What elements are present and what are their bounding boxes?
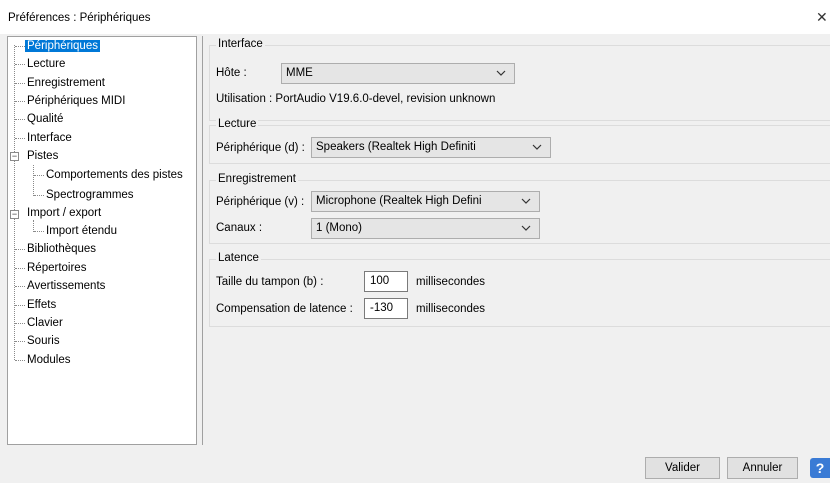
tree-connector xyxy=(15,341,25,342)
playback-device-value: Speakers (Realtek High Definiti xyxy=(316,141,476,153)
window-title: Préférences : Périphériques xyxy=(8,12,151,24)
title-bar: Préférences : Périphériques ✕ xyxy=(0,0,830,34)
tree-connector xyxy=(15,119,25,120)
playback-group-title: Lecture xyxy=(216,118,259,130)
help-icon[interactable]: ? xyxy=(810,458,830,478)
tree-item-clavier[interactable]: Clavier xyxy=(25,315,65,332)
tree-item-import-export[interactable]: Import / export xyxy=(25,205,103,222)
svg-text:?: ? xyxy=(816,460,825,476)
tree-item-label: Avertissements xyxy=(27,280,106,292)
tree-item-comportements[interactable]: Comportements des pistes xyxy=(44,167,185,184)
tree-connector xyxy=(33,165,34,196)
latency-group xyxy=(209,259,830,327)
chevron-down-icon xyxy=(521,225,531,231)
host-select-value: MME xyxy=(286,67,313,79)
tree-connector xyxy=(14,45,15,360)
tree-connector xyxy=(15,286,25,287)
tree-connector xyxy=(15,323,25,324)
recording-group-title: Enregistrement xyxy=(216,173,298,185)
tree-connector xyxy=(15,360,25,361)
tree-connector xyxy=(15,64,25,65)
buffer-size-unit: millisecondes xyxy=(416,276,486,288)
tree-item-label: Enregistrement xyxy=(27,77,105,89)
tree-item-interface[interactable]: Interface xyxy=(25,130,74,147)
tree-item-label: Lecture xyxy=(27,58,66,70)
tree-item-enregistrement[interactable]: Enregistrement xyxy=(25,75,107,92)
latency-compensation-unit: millisecondes xyxy=(416,303,486,315)
chevron-down-icon xyxy=(496,70,506,76)
tree-item-spectrogrammes[interactable]: Spectrogrammes xyxy=(44,187,136,204)
close-icon[interactable]: ✕ xyxy=(816,9,830,25)
tree-connector xyxy=(15,249,25,250)
tree-connector xyxy=(34,195,44,196)
tree-item-qualite[interactable]: Qualité xyxy=(25,111,65,128)
tree-item-label: Import étendu xyxy=(46,225,117,237)
buffer-size-input[interactable]: 100 xyxy=(364,271,408,292)
host-select[interactable]: MME xyxy=(281,63,515,84)
chevron-down-icon xyxy=(521,198,531,204)
channels-label: Canaux : xyxy=(216,222,263,234)
category-tree[interactable]: Périphériques Lecture Enregistrement Pér… xyxy=(7,36,197,445)
tree-item-souris[interactable]: Souris xyxy=(25,333,62,350)
channels-value: 1 (Mono) xyxy=(316,222,363,234)
chevron-down-icon xyxy=(532,144,542,150)
channels-select[interactable]: 1 (Mono) xyxy=(311,218,540,239)
tree-item-peripheriques[interactable]: Périphériques xyxy=(25,38,100,55)
tree-connector xyxy=(34,231,44,232)
tree-item-label: Répertoires xyxy=(27,262,87,274)
tree-item-label: Modules xyxy=(27,354,71,366)
tree-item-label: Comportements des pistes xyxy=(46,169,183,181)
tree-item-label: Souris xyxy=(27,335,60,347)
tree-item-label: Périphériques MIDI xyxy=(27,95,126,107)
tree-item-label: Interface xyxy=(27,132,72,144)
tree-item-label: Qualité xyxy=(27,113,64,125)
tree-item-effets[interactable]: Effets xyxy=(25,297,58,314)
playback-device-label: Périphérique (d) : xyxy=(216,142,305,154)
tree-connector xyxy=(15,138,25,139)
tree-item-pistes[interactable]: Pistes xyxy=(25,148,60,165)
tree-item-label: Clavier xyxy=(27,317,63,329)
usage-text: Utilisation : PortAudio V19.6.0-devel, r… xyxy=(216,93,496,105)
tree-item-avertissements[interactable]: Avertissements xyxy=(25,278,107,295)
buffer-size-label: Taille du tampon (b) : xyxy=(216,276,324,288)
recording-device-label: Périphérique (v) : xyxy=(216,196,305,208)
tree-connector xyxy=(15,46,25,47)
tree-item-import-etendu[interactable]: Import étendu xyxy=(44,223,119,240)
latency-compensation-label: Compensation de latence : xyxy=(216,303,353,315)
tree-item-bibliotheques[interactable]: Bibliothèques xyxy=(25,241,98,258)
interface-group-title: Interface xyxy=(216,38,265,50)
settings-panel: Interface Hôte : MME Utilisation : PortA… xyxy=(205,36,830,445)
tree-item-label: Bibliothèques xyxy=(27,243,97,255)
playback-device-select[interactable]: Speakers (Realtek High Definiti xyxy=(311,137,551,158)
latency-compensation-input[interactable]: -130 xyxy=(364,298,408,319)
host-label: Hôte : xyxy=(216,67,247,79)
tree-connector xyxy=(34,175,44,176)
cancel-button[interactable]: Annuler xyxy=(727,457,798,479)
tree-item-label: Pistes xyxy=(27,150,59,162)
tree-item-label: Périphériques xyxy=(25,40,100,52)
tree-item-midi[interactable]: Périphériques MIDI xyxy=(25,93,127,110)
tree-item-modules[interactable]: Modules xyxy=(25,352,72,369)
tree-item-label: Spectrogrammes xyxy=(46,189,134,201)
ok-button[interactable]: Valider xyxy=(645,457,720,479)
collapse-icon[interactable]: − xyxy=(10,210,19,219)
tree-item-label: Import / export xyxy=(27,207,102,219)
tree-item-repertoires[interactable]: Répertoires xyxy=(25,260,88,277)
tree-connector xyxy=(15,101,25,102)
tree-item-label: Effets xyxy=(27,299,57,311)
tree-connector xyxy=(15,305,25,306)
tree-connector xyxy=(15,268,25,269)
collapse-icon[interactable]: − xyxy=(10,152,19,161)
tree-item-lecture[interactable]: Lecture xyxy=(25,56,67,73)
recording-device-select[interactable]: Microphone (Realtek High Defini xyxy=(311,191,540,212)
latency-group-title: Latence xyxy=(216,252,261,264)
recording-device-value: Microphone (Realtek High Defini xyxy=(316,195,482,207)
tree-connector xyxy=(15,83,25,84)
panel-divider[interactable] xyxy=(202,36,203,445)
